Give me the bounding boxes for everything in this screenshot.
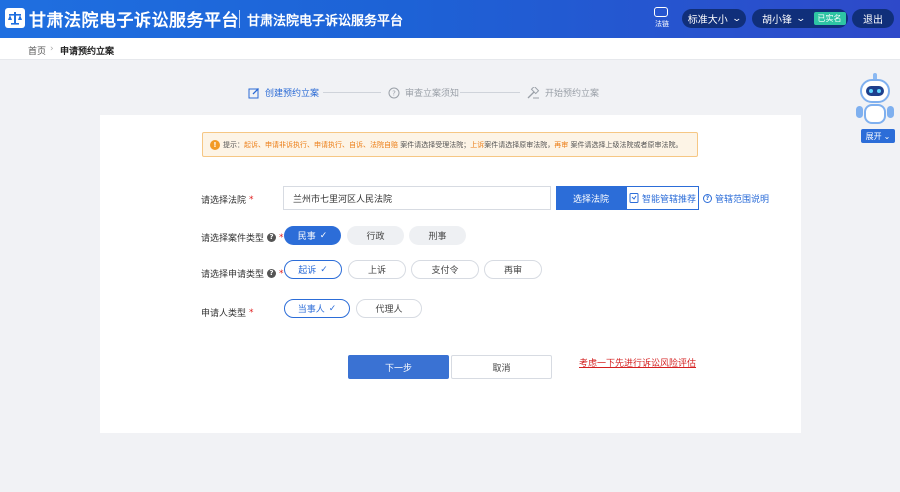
check-icon: ✓ (328, 303, 337, 314)
notice-text-part: 案件请选择上级法院或者原审法院。 (568, 141, 683, 149)
case-type-option-admin[interactable]: 行政 (347, 226, 404, 245)
court-label: 请选择法院 * (201, 193, 254, 207)
required-mark: * (249, 194, 254, 205)
help-icon[interactable]: ? (267, 269, 277, 278)
smart-jurisdiction-button[interactable]: 智能管辖推荐 (626, 186, 699, 210)
gavel-icon (527, 86, 540, 98)
help-icon[interactable]: ? (267, 233, 277, 242)
chat-bubble-icon (654, 7, 668, 17)
robot-arm (887, 106, 894, 118)
required-mark: * (279, 232, 284, 243)
chevron-down-icon: ⌄ (731, 13, 742, 24)
apply-type-label-text: 请选择申请类型 (201, 270, 265, 280)
assistant-expand-button[interactable]: 展开 ⌄ (861, 129, 895, 143)
notice-highlight: 起诉、申请非诉执行、申请执行、自诉、法院自赔 (244, 141, 398, 149)
breadcrumb-current: 申请预约立案 (60, 47, 115, 57)
top-header: 甘肃法院电子诉讼服务平台 甘肃法院电子诉讼服务平台 法链 标准大小 ⌄ 胡小锋 … (0, 0, 900, 38)
breadcrumb-home[interactable]: 首页 (28, 44, 46, 57)
apply-type-option-appeal[interactable]: 上诉 (348, 260, 406, 279)
user-name: 胡小锋 (762, 15, 792, 26)
applicant-type-label: 申请人类型 * (201, 306, 254, 320)
apply-type-option-payment-order[interactable]: 支付令 (411, 260, 479, 279)
notice-highlight: 上诉 (470, 141, 485, 149)
option-label: 刑事 (428, 232, 447, 242)
robot-eye (869, 89, 873, 93)
edit-icon (248, 87, 259, 98)
case-type-option-criminal[interactable]: 刑事 (409, 226, 466, 245)
notice-highlight: 再审 (554, 141, 569, 149)
notice-banner: ! 提示：起诉、申请非诉执行、申请执行、自诉、法院自赔 案件请选择受理法院；上诉… (202, 132, 698, 157)
court-input[interactable] (283, 186, 551, 210)
question-circle-icon: ? (388, 87, 400, 98)
applicant-type-option-agent[interactable]: 代理人 (356, 299, 422, 318)
option-label: 起诉 (298, 266, 317, 276)
robot-eye (877, 89, 881, 93)
court-label-text: 请选择法院 (201, 196, 247, 206)
notice-prefix: 提示： (223, 141, 244, 149)
jurisdiction-scope-link[interactable]: ? 管辖范围说明 (703, 192, 769, 205)
step-connector (460, 92, 520, 93)
chevron-down-icon: ⌄ (795, 13, 807, 24)
breadcrumb: 首页 › 申请预约立案 (0, 38, 900, 60)
font-size-dropdown[interactable]: 标准大小 ⌄ (682, 9, 746, 28)
apply-type-option-sue[interactable]: 起诉 ✓ (284, 260, 342, 279)
check-icon: ✓ (319, 230, 328, 241)
option-label: 当事人 (297, 305, 325, 315)
court-logo-icon[interactable] (5, 8, 25, 28)
notice-text-part: 案件请选择原审法院， (484, 141, 555, 149)
step-start-appointment: 开始预约立案 (526, 86, 599, 99)
option-label: 代理人 (375, 305, 403, 315)
step-label: 审查立案须知 (405, 89, 460, 99)
header-divider (239, 10, 240, 28)
apply-type-option-retrial[interactable]: 再审 (484, 260, 542, 279)
step-connector (323, 92, 381, 93)
case-type-label-text: 请选择案件类型 (201, 234, 265, 244)
applicant-type-label-text: 申请人类型 (201, 309, 247, 319)
expand-label: 展开 (865, 131, 882, 141)
option-label: 上诉 (367, 266, 386, 276)
option-label: 再审 (503, 266, 522, 276)
cancel-button[interactable]: 取消 (451, 355, 552, 379)
risk-assessment-link[interactable]: 考虑一下先进行诉讼风险评估 (579, 356, 696, 369)
fa-lian-icon[interactable]: 法链 (649, 6, 675, 32)
scope-link-label: 管辖范围说明 (715, 195, 770, 205)
recommend-icon (629, 193, 639, 203)
platform-subtitle: 甘肃法院电子诉讼服务平台 (247, 14, 404, 29)
applicant-type-option-party[interactable]: 当事人 ✓ (284, 299, 350, 318)
option-label: 行政 (366, 232, 385, 242)
check-icon: ✓ (320, 264, 328, 275)
required-mark: * (249, 307, 254, 318)
step-create-appointment: 创建预约立案 (248, 86, 319, 99)
warning-icon: ! (210, 140, 220, 150)
next-step-button[interactable]: 下一步 (348, 355, 449, 379)
required-mark: * (279, 268, 284, 279)
chevron-down-icon: ⌄ (883, 131, 891, 141)
step-review-notice: ? 审查立案须知 (388, 86, 459, 99)
breadcrumb-separator: › (50, 44, 54, 54)
logout-button[interactable]: 退出 (852, 9, 894, 28)
notice-text-part: 案件请选择受理法院； (398, 141, 471, 149)
robot-body (864, 104, 886, 124)
option-label: 支付令 (431, 266, 459, 276)
fa-lian-label: 法链 (655, 20, 669, 28)
notice-text: 提示：起诉、申请非诉执行、申请执行、自诉、法院自赔 案件请选择受理法院；上诉案件… (223, 140, 682, 150)
option-label: 民事 (297, 232, 316, 242)
robot-head (860, 79, 890, 103)
user-menu-dropdown[interactable]: 胡小锋 ⌄ 已实名 (752, 9, 848, 28)
case-type-option-civil[interactable]: 民事 ✓ (284, 226, 341, 245)
help-icon: ? (703, 194, 712, 203)
case-type-label: 请选择案件类型 ? * (201, 231, 284, 245)
step-label: 创建预约立案 (265, 89, 320, 99)
smart-jurisdiction-label: 智能管辖推荐 (641, 194, 696, 205)
select-court-button[interactable]: 选择法院 (556, 186, 626, 210)
svg-text:?: ? (392, 89, 396, 97)
verified-badge: 已实名 (813, 12, 846, 25)
robot-face (866, 86, 884, 96)
apply-type-label: 请选择申请类型 ? * (201, 267, 284, 281)
step-label: 开始预约立案 (545, 89, 600, 99)
brand-title[interactable]: 甘肃法院电子诉讼服务平台 (29, 6, 239, 31)
robot-arm (856, 106, 863, 118)
font-size-label: 标准大小 (687, 15, 728, 26)
